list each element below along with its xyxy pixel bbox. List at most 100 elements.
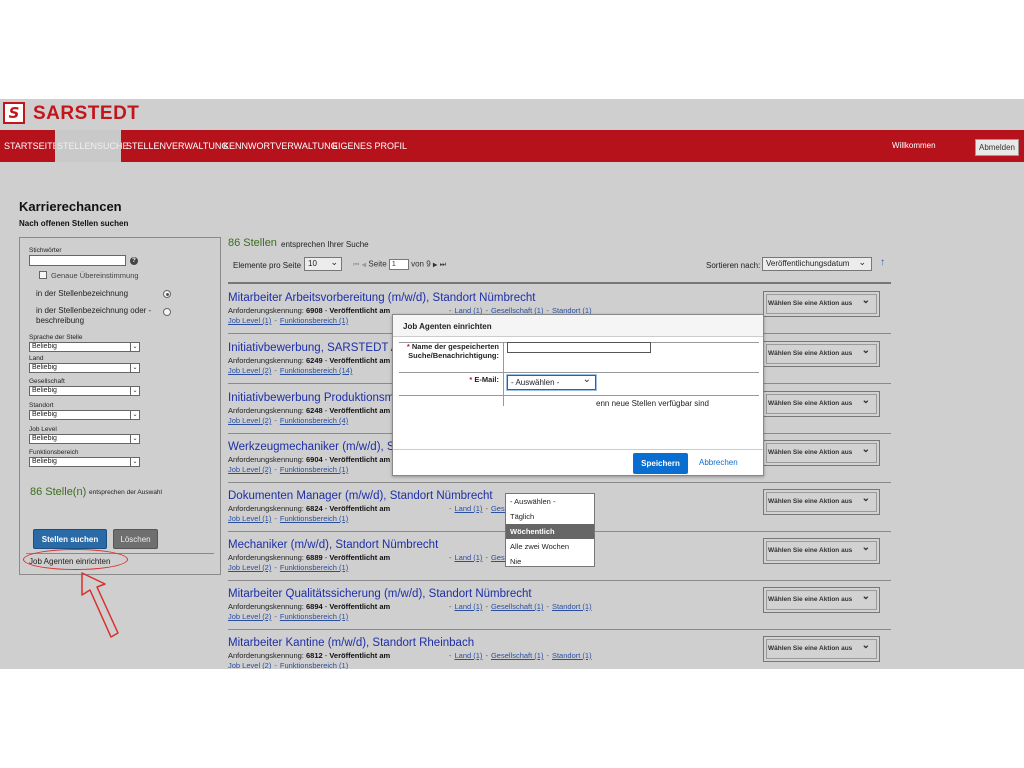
tag-job-level[interactable]: Job Level (2) [228,661,271,669]
clear-button[interactable]: Löschen [113,529,158,549]
search-name-input[interactable] [507,342,651,353]
save-button[interactable]: Speichern [633,453,688,474]
tag-funktionsbereich[interactable]: Funktionsbereich (1) [280,514,348,523]
per-page-select[interactable]: 10 [304,256,342,271]
job-tags-secondary: Job Level (1) - Funktionsbereich (1) [228,316,349,325]
filter-label-company: Gesellschaft [29,378,65,385]
action-select-button[interactable]: Wählen Sie eine Aktion aus [763,289,880,317]
tag-funktionsbereich[interactable]: Funktionsbereich (1) [280,316,348,325]
action-select-button[interactable]: Wählen Sie eine Aktion aus [763,339,880,367]
job-meta: Anforderungskennung: 6894 - Veröffentlic… [228,602,391,611]
action-select-button[interactable]: Wählen Sie eine Aktion aus [763,536,880,564]
radio-title-desc[interactable] [163,308,171,316]
first-page-icon[interactable]: ⏮ [353,262,359,269]
browser-viewport: S SARSTEDT STARTSEITE STELLENSUCHE STELL… [0,99,1024,669]
job-title-link[interactable]: Mitarbeiter Arbeitsvorbereitung (m/w/d),… [228,292,535,304]
email-frequency-dropdown: - Auswählen - Täglich Wöchentlich Alle z… [505,493,595,567]
prev-page-icon[interactable]: ◀ [362,263,367,269]
search-panel: Stichwörter ? Genaue Übereinstimmung in … [19,237,221,575]
sort-label: Sortieren nach: [706,261,761,270]
job-title-link[interactable]: Mitarbeiter Qualitätssicherung (m/w/d), … [228,588,532,600]
tag-funktionsbereich[interactable]: Funktionsbereich (1) [280,465,348,474]
divider [503,342,504,406]
tag-standort[interactable]: Standort (1) [552,602,592,611]
dropdown-option[interactable]: Alle zwei Wochen [506,539,594,554]
dropdown-option[interactable]: Nie [506,554,594,569]
job-meta: Anforderungskennung: 6812 - Veröffentlic… [228,651,391,660]
action-select-button[interactable]: Wählen Sie eine Aktion aus [763,585,880,613]
tag-job-level[interactable]: Job Level (2) [228,416,271,425]
tag-land[interactable]: Land (1) [455,651,483,660]
tag-gesellschaft[interactable]: Gesellschaft (1) [491,602,544,611]
tag-job-level[interactable]: Job Level (2) [228,563,271,572]
tag-job-level[interactable]: Job Level (2) [228,366,271,375]
tag-job-level[interactable]: Job Level (2) [228,465,271,474]
filter-select-country[interactable]: Beliebig ⌄ [29,363,140,373]
tag-gesellschaft[interactable]: Gesellschaft (1) [491,651,544,660]
exact-match-checkbox[interactable] [39,271,47,279]
tag-job-level[interactable]: Job Level (1) [228,316,271,325]
nav-eigenes-profil[interactable]: EIGENES PROFIL [330,130,409,162]
action-select-button[interactable]: Wählen Sie eine Aktion aus [763,634,880,662]
dialog-header: Job Agenten einrichten [393,315,763,337]
dropdown-option[interactable]: - Auswählen - [506,494,594,509]
nav-startseite[interactable]: STARTSEITE [2,130,61,162]
tag-job-level[interactable]: Job Level (2) [228,612,271,621]
tag-funktionsbereich[interactable]: Funktionsbereich (1) [280,612,348,621]
job-tags-secondary: Job Level (2) - Funktionsbereich (1) [228,465,349,474]
sort-direction-icon[interactable]: ↑ [880,257,885,268]
keywords-input[interactable] [29,255,126,266]
job-title-link[interactable]: Dokumenten Manager (m/w/d), Standort Nüm… [228,490,493,502]
divider [399,372,759,373]
annotation-circle [23,549,128,570]
email-frequency-select[interactable]: - Auswählen - [507,373,596,390]
tag-land[interactable]: Land (1) [455,504,483,513]
email-label: * E-Mail: [469,375,499,384]
name-label: * Name der gespeicherten Suche/Benachric… [406,342,499,360]
nav-stellenverwaltung[interactable]: STELLENVERWALTUNG [124,130,230,162]
help-icon[interactable]: ? [130,257,138,265]
sort-select[interactable]: Veröffentlichungsdatum [762,256,872,271]
page-number-input[interactable]: 1 [388,259,409,270]
tag-land[interactable]: Land (1) [455,602,483,611]
job-title-link[interactable]: Mitarbeiter Kantine (m/w/d), Standort Rh… [228,637,474,649]
tag-land[interactable]: Land (1) [455,553,483,562]
tag-funktionsbereich[interactable]: Funktionsbereich (4) [280,416,348,425]
filter-label-location: Standort [29,402,54,409]
dropdown-option[interactable]: Wöchentlich [506,524,594,539]
tag-standort[interactable]: Standort (1) [552,651,592,660]
logout-button[interactable]: Abmelden [975,139,1019,156]
tag-funktionsbereich[interactable]: Funktionsbereich (14) [280,366,353,375]
filter-select-function[interactable]: Beliebig ⌄ [29,457,140,467]
page-title: Karrierechancen [19,199,122,214]
radio-title-desc-label: in der Stellenbezeichnung oder -beschrei… [36,306,152,325]
site-header: S SARSTEDT [0,99,1024,130]
next-page-icon[interactable]: ▶ [433,263,438,269]
nav-kennwortverwaltung[interactable]: KENNWORTVERWALTUNG [221,130,340,162]
cancel-button[interactable]: Abbrechen [699,458,738,467]
chevron-down-icon: ⌄ [130,435,139,443]
filter-label-function: Funktionsbereich [29,449,79,456]
filter-select-job-level[interactable]: Beliebig ⌄ [29,434,140,444]
nav-stellensuche[interactable]: STELLENSUCHE [55,130,129,162]
filter-select-location[interactable]: Beliebig ⌄ [29,410,140,420]
chevron-down-icon: ⌄ [130,411,139,419]
action-select-button[interactable]: Wählen Sie eine Aktion aus [763,438,880,466]
tag-funktionsbereich[interactable]: Funktionsbereich (1) [280,661,348,669]
action-select-button[interactable]: Wählen Sie eine Aktion aus [763,487,880,515]
search-jobs-button[interactable]: Stellen suchen [33,529,107,549]
radio-title[interactable] [163,290,171,298]
keywords-label: Stichwörter [29,247,62,254]
last-page-icon[interactable]: ⏭ [440,262,446,269]
divider [393,449,763,450]
filter-select-company[interactable]: Beliebig ⌄ [29,386,140,396]
tag-job-level[interactable]: Job Level (1) [228,514,271,523]
action-select-button[interactable]: Wählen Sie eine Aktion aus [763,389,880,417]
sarstedt-logo-icon[interactable]: S [3,102,25,124]
filter-select-language[interactable]: Beliebig ⌄ [29,342,140,352]
chevron-down-icon: ⌄ [130,364,139,372]
tag-funktionsbereich[interactable]: Funktionsbereich (1) [280,563,348,572]
filter-label-country: Land [29,355,44,362]
job-title-link[interactable]: Mechaniker (m/w/d), Standort Nümbrecht [228,539,438,551]
dropdown-option[interactable]: Täglich [506,509,594,524]
